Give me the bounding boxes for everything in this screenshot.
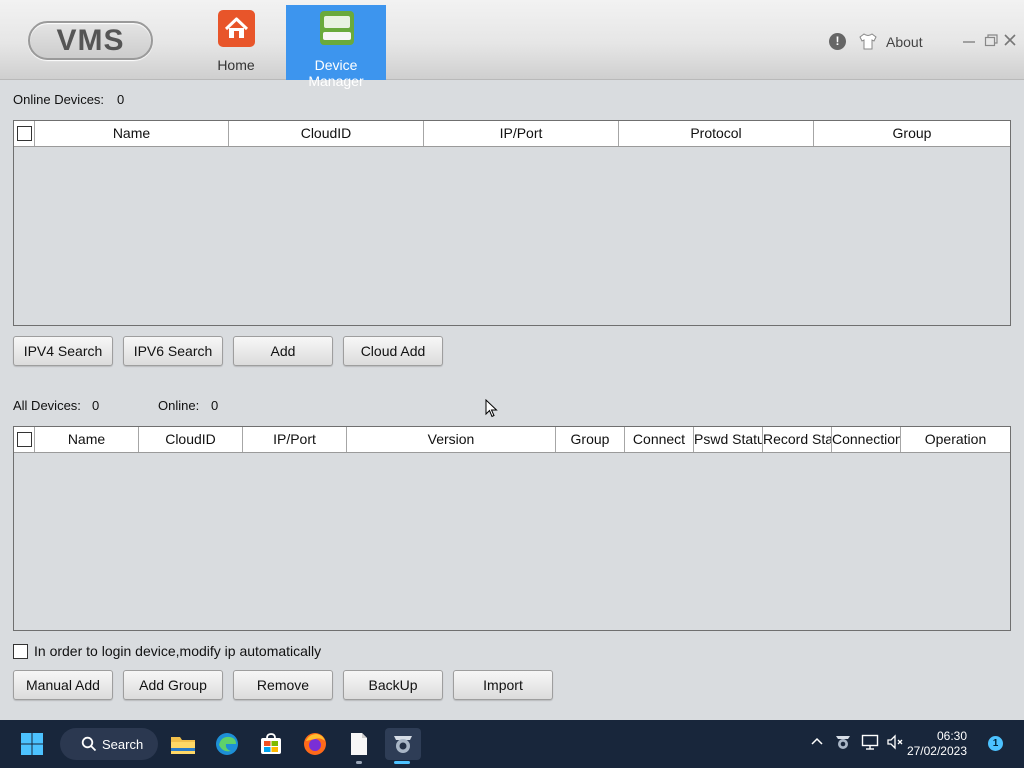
online-devices-count: 0 [117,92,125,107]
online-devices-label: Online Devices: [13,92,105,107]
mouse-cursor [485,398,498,418]
column-header-group[interactable]: Group [556,427,625,452]
add-button[interactable]: Add [233,336,333,366]
all-devices-table[interactable]: Name CloudID IP/Port Version Group Conne… [13,426,1011,631]
info-icon[interactable]: ! [829,33,846,50]
all-devices-count: 0 [92,398,100,413]
taskbar: Search 06:30 27/02/2023 1 [0,720,1024,768]
add-group-button[interactable]: Add Group [123,670,223,700]
taskbar-search-label: Search [102,736,144,752]
select-all-online-checkbox[interactable] [16,126,32,141]
online-devices-table-header: Name CloudID IP/Port Protocol Group [14,121,1010,147]
select-all-online-cell [14,121,35,146]
notepad-running-indicator [356,761,362,764]
search-icon [81,736,97,752]
select-all-devices-cell [14,427,35,452]
close-button[interactable] [1002,32,1018,50]
volume-muted-icon[interactable] [886,733,904,754]
taskbar-clock[interactable]: 06:30 27/02/2023 [905,729,967,759]
all-devices-table-header: Name CloudID IP/Port Version Group Conne… [14,427,1010,453]
column-header-operation[interactable]: Operation [901,427,1010,452]
tray-vms-icon[interactable] [834,733,852,754]
column-header-ip-port[interactable]: IP/Port [243,427,347,452]
import-button[interactable]: Import [453,670,553,700]
tab-home-label: Home [217,57,255,73]
online-devices-table[interactable]: Name CloudID IP/Port Protocol Group [13,120,1011,326]
file-explorer-icon[interactable] [167,728,199,760]
device-manager-icon [320,11,354,45]
skin-icon[interactable] [859,33,877,50]
remove-button[interactable]: Remove [233,670,333,700]
column-header-cloudid[interactable]: CloudID [229,121,424,146]
store-icon[interactable] [255,728,287,760]
select-all-devices-checkbox[interactable] [16,432,32,447]
cloud-add-button[interactable]: Cloud Add [343,336,443,366]
online-label: Online: [158,398,200,413]
windows-start-icon[interactable] [16,728,48,760]
column-header-ip-port[interactable]: IP/Port [424,121,619,146]
minimize-button[interactable] [961,32,977,50]
column-header-connect[interactable]: Connect [625,427,694,452]
column-header-protocol[interactable]: Protocol [619,121,814,146]
vms-app-active-indicator [394,761,410,764]
column-header-group[interactable]: Group [814,121,1010,146]
column-header-connections[interactable]: Connections [832,427,901,452]
backup-button[interactable]: BackUp [343,670,443,700]
column-header-name[interactable]: Name [35,427,139,452]
home-icon [218,10,255,47]
column-header-name[interactable]: Name [35,121,229,146]
all-devices-label: All Devices: [13,398,81,413]
column-header-version[interactable]: Version [347,427,556,452]
edge-icon[interactable] [211,728,243,760]
tab-device-manager-label: Device Manager [308,57,364,89]
title-bar: VMS Home Device Manager ! About [0,0,1024,89]
column-header-cloudid[interactable]: CloudID [139,427,243,452]
clock-time: 06:30 [936,729,967,743]
auto-modify-ip-label[interactable]: In order to login device,modify ip autom… [34,643,321,659]
notepad-icon[interactable] [343,728,375,760]
display-icon[interactable] [861,733,879,754]
notification-badge[interactable]: 1 [988,736,1003,751]
chevron-up-icon[interactable] [810,734,824,751]
manual-add-button[interactable]: Manual Add [13,670,113,700]
online-count: 0 [211,398,219,413]
restore-button[interactable] [983,32,999,50]
firefox-icon[interactable] [299,728,331,760]
clock-date: 27/02/2023 [906,744,967,758]
column-header-pswd-status[interactable]: Pswd Status [694,427,763,452]
vms-logo: VMS [28,21,153,60]
vms-app-icon[interactable] [385,728,421,760]
taskbar-search[interactable]: Search [60,728,158,760]
auto-modify-ip-checkbox[interactable] [13,644,28,659]
tab-home[interactable]: Home [186,5,286,80]
column-header-record-status[interactable]: Record Status [763,427,832,452]
about-link[interactable]: About [886,34,923,52]
ipv6-search-button[interactable]: IPV6 Search [123,336,223,366]
ipv4-search-button[interactable]: IPV4 Search [13,336,113,366]
tab-device-manager[interactable]: Device Manager [286,5,386,89]
